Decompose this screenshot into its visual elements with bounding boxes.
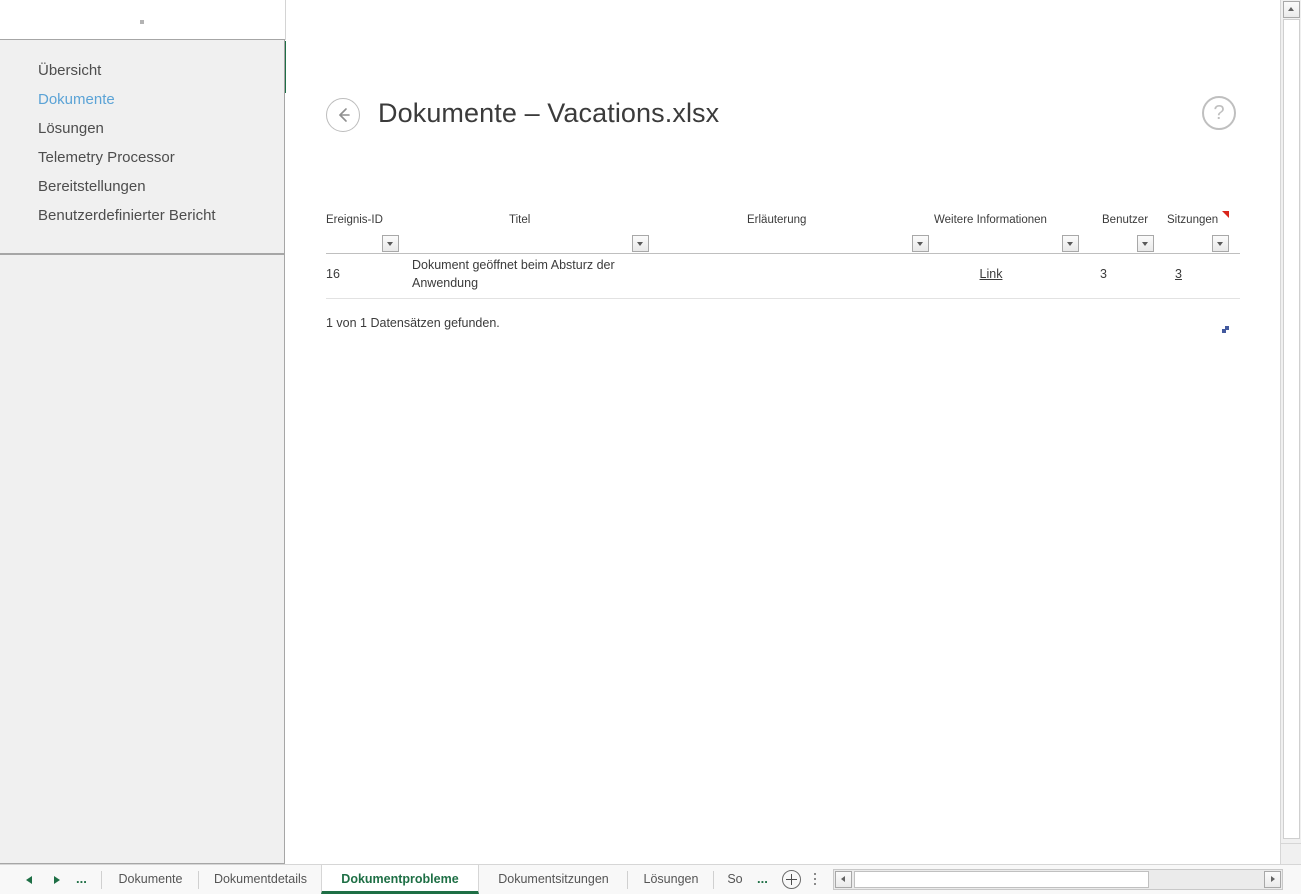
- plus-circle-icon[interactable]: [782, 870, 801, 889]
- sheet-tabs-overflow-left[interactable]: ...: [76, 871, 87, 886]
- sheet-tab-dokumente[interactable]: Dokumente: [103, 865, 198, 894]
- table-row-sessions: 3: [1161, 265, 1196, 283]
- column-header-weitere-informationen: Weitere Informationen: [934, 214, 1047, 226]
- sheet-tabs-overflow-right[interactable]: ...: [757, 871, 768, 886]
- sheet-tab-dokumentdetails[interactable]: Dokumentdetails: [200, 865, 321, 894]
- table-row-title: Dokument geöffnet beim Absturz der Anwen…: [412, 258, 615, 290]
- navigation-panel-body: [0, 254, 285, 864]
- scroll-left-arrow-icon[interactable]: [835, 871, 852, 888]
- triangle-right-icon[interactable]: [47, 865, 69, 894]
- table-row-users: 3: [1100, 267, 1107, 281]
- sidebar-item-loesungen[interactable]: Lösungen: [38, 119, 104, 139]
- vertical-scrollbar[interactable]: [1280, 0, 1301, 863]
- triangle-left-icon[interactable]: [19, 865, 41, 894]
- tab-separator: [713, 871, 714, 889]
- table-row-divider: [326, 298, 1240, 299]
- sheet-tab-bar: ... Dokumente Dokumentdetails Dokumentpr…: [0, 864, 1301, 894]
- filter-dropdown-icon-benutzer[interactable]: [1137, 235, 1154, 252]
- tab-separator: [198, 871, 199, 889]
- page-title: Dokumente – Vacations.xlsx: [378, 98, 720, 128]
- column-header-erlaeuterung: Erläuterung: [747, 214, 807, 226]
- horizontal-scrollbar[interactable]: [833, 869, 1283, 890]
- worksheet-marker-dot: [140, 20, 144, 24]
- sidebar-item-uebersicht[interactable]: Übersicht: [38, 61, 101, 81]
- back-arrow-icon[interactable]: [326, 98, 360, 132]
- vertical-scrollbar-thumb[interactable]: [1283, 19, 1300, 839]
- table-row-more-info: Link: [966, 265, 1016, 283]
- sheet-tab-dokumentsitzungen[interactable]: Dokumentsitzungen: [480, 865, 627, 894]
- column-header-sitzungen: Sitzungen: [1167, 214, 1219, 226]
- table-resize-handle[interactable]: [1222, 326, 1229, 333]
- more-info-link[interactable]: Link: [980, 267, 1003, 281]
- vertical-dots-icon[interactable]: [814, 873, 817, 887]
- tab-separator: [101, 871, 102, 889]
- sidebar-item-dokumente[interactable]: Dokumente: [38, 90, 115, 110]
- sidebar-item-telemetry-processor[interactable]: Telemetry Processor: [38, 148, 175, 168]
- filter-dropdown-icon-ereignis-id[interactable]: [382, 235, 399, 252]
- table-row-event-id: 16: [326, 267, 340, 281]
- filter-dropdown-icon-erlaeuterung[interactable]: [912, 235, 929, 252]
- horizontal-scrollbar-thumb[interactable]: [854, 871, 1149, 888]
- scrollbar-corner: [1280, 843, 1301, 864]
- sheet-tab-dokumentprobleme[interactable]: Dokumentprobleme: [321, 865, 479, 894]
- sidebar-item-benutzerdefinierter-bericht[interactable]: Benutzerdefinierter Bericht: [38, 206, 216, 226]
- telemetry-navigation-panel: Übersicht Dokumente Lösungen Telemetry P…: [0, 39, 285, 254]
- scroll-right-arrow-icon[interactable]: [1264, 871, 1281, 888]
- sheet-tab-loesungen[interactable]: Lösungen: [629, 865, 713, 894]
- help-question-icon[interactable]: ?: [1202, 96, 1236, 130]
- column-header-titel: Titel: [509, 214, 531, 226]
- column-header-ereignis-id: Ereignis-ID: [326, 214, 383, 226]
- filter-dropdown-icon-sitzungen[interactable]: [1212, 235, 1229, 252]
- column-header-benutzer: Benutzer: [1102, 214, 1149, 226]
- sidebar-item-bereitstellungen[interactable]: Bereitstellungen: [38, 177, 146, 197]
- sessions-link[interactable]: 3: [1175, 267, 1182, 281]
- table-header-divider: [326, 253, 1240, 254]
- report-pane: Dokumente – Vacations.xlsx ? Ereignis-ID…: [286, 0, 1280, 863]
- record-count-label: 1 von 1 Datensätzen gefunden.: [326, 316, 500, 330]
- filter-dropdown-icon-weitere-informationen[interactable]: [1062, 235, 1079, 252]
- sheet-tab-so[interactable]: So: [715, 865, 755, 894]
- tab-separator: [627, 871, 628, 889]
- cell-comment-marker-icon[interactable]: [1222, 211, 1229, 218]
- filter-dropdown-icon-titel[interactable]: [632, 235, 649, 252]
- scroll-up-arrow-icon[interactable]: [1283, 1, 1300, 18]
